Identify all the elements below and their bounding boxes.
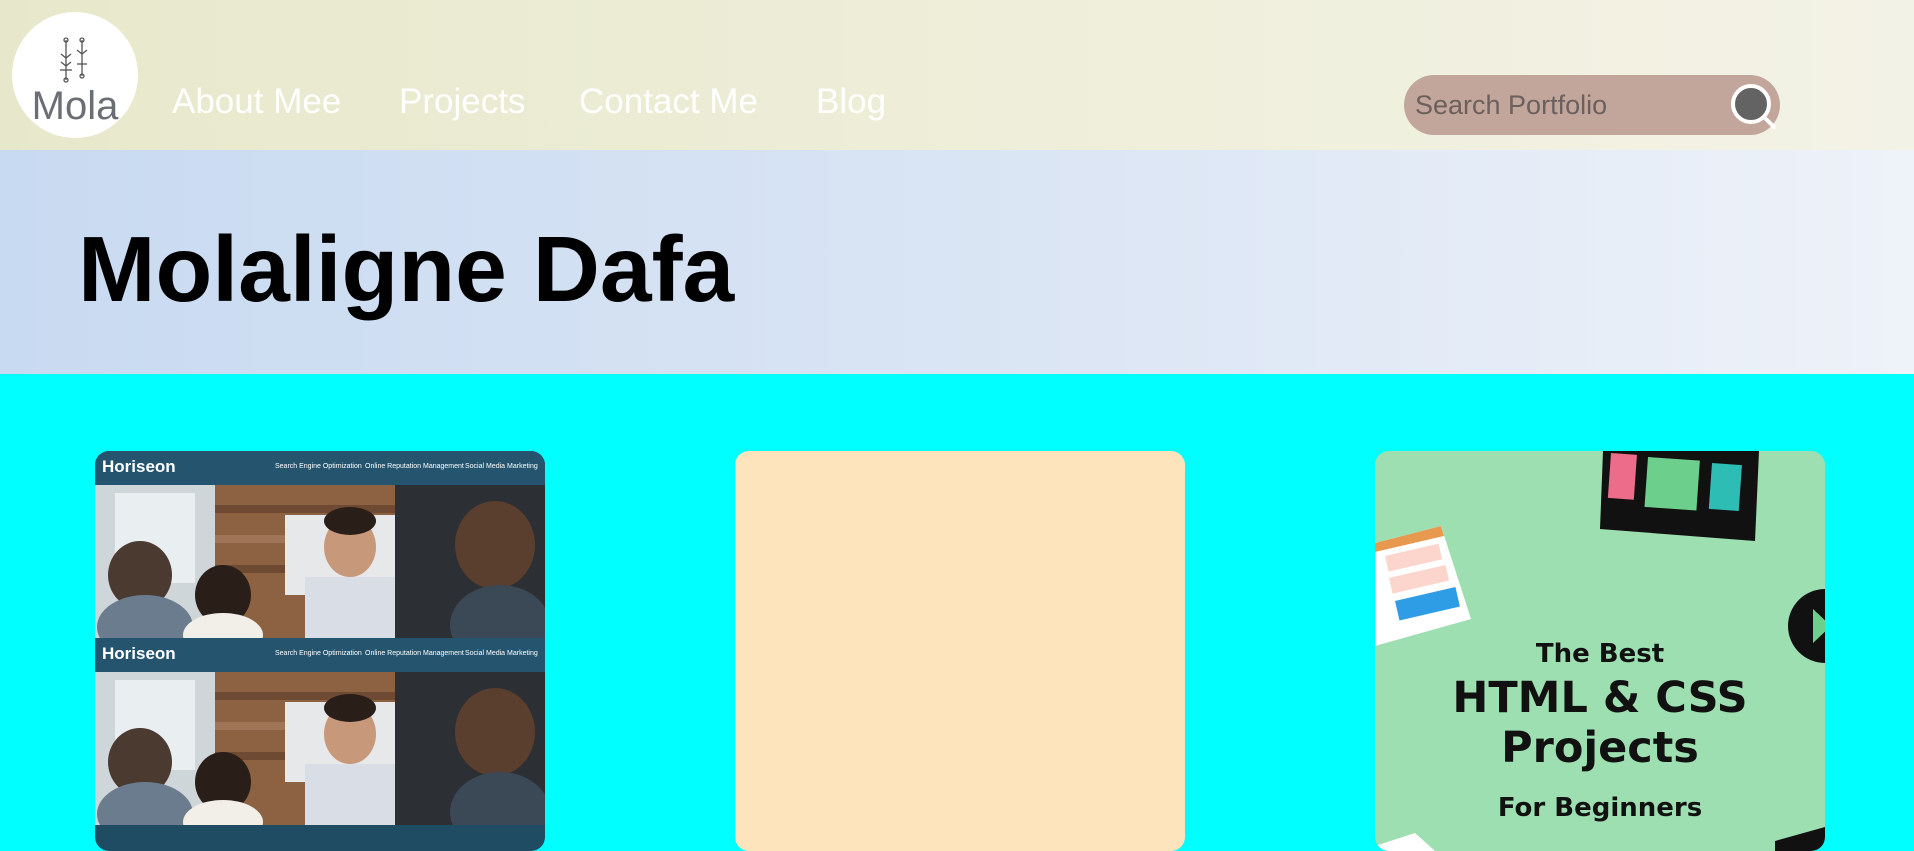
project-card-html-css[interactable]: The Best HTML & CSS Projects For Beginne… — [1375, 451, 1825, 851]
preview-nav-item: Online Reputation Management — [365, 463, 464, 470]
preview-nav-item: Search Engine Optimization — [275, 650, 362, 657]
preview-header: Horiseon Search Engine Optimization Onli… — [95, 451, 545, 485]
preview-header: Horiseon Search Engine Optimization Onli… — [95, 638, 545, 672]
search-input[interactable] — [1404, 75, 1724, 135]
team-photo — [95, 485, 545, 638]
logo-text: Mola — [31, 84, 119, 128]
nav-contact[interactable]: Contact Me — [579, 82, 758, 122]
preview-brand: Horiseon — [102, 457, 176, 476]
search-bar — [1404, 75, 1780, 135]
promo-line-1: The Best — [1535, 639, 1665, 669]
horiseon-preview: Horiseon Search Engine Optimization Onli… — [95, 451, 545, 638]
project-card-horiseon[interactable]: Horiseon Search Engine Optimization Onli… — [95, 451, 545, 851]
promo-line-3: Projects — [1501, 723, 1699, 773]
horiseon-preview: Horiseon Search Engine Optimization Onli… — [95, 638, 545, 825]
project-card-blank[interactable] — [735, 451, 1185, 851]
circuit-icon — [60, 37, 88, 83]
logo[interactable]: Mola — [12, 12, 138, 138]
nav-about[interactable]: About Mee — [172, 82, 341, 122]
team-photo — [95, 672, 545, 825]
promo-line-2: HTML & CSS — [1452, 673, 1748, 723]
film-strip-icon — [1600, 451, 1759, 541]
preview-nav-item: Social Media Marketing — [465, 463, 538, 470]
nav-blog[interactable]: Blog — [816, 82, 886, 122]
preview-nav-item: Social Media Marketing — [465, 650, 538, 657]
hero-banner: Molaligne Dafa — [0, 150, 1914, 374]
search-button[interactable] — [1730, 83, 1778, 131]
preview-brand: Horiseon — [102, 644, 176, 663]
page-title: Molaligne Dafa — [78, 217, 735, 321]
search-icon — [1731, 84, 1776, 129]
promo-line-4: For Beginners — [1497, 793, 1703, 823]
site-header: Mola About Mee Projects Contact Me Blog — [0, 0, 1914, 150]
document-icon — [1375, 526, 1471, 646]
preview-nav-item: Online Reputation Management — [365, 650, 464, 657]
preview-nav-item: Search Engine Optimization — [275, 463, 362, 470]
nav-projects[interactable]: Projects — [399, 82, 525, 122]
